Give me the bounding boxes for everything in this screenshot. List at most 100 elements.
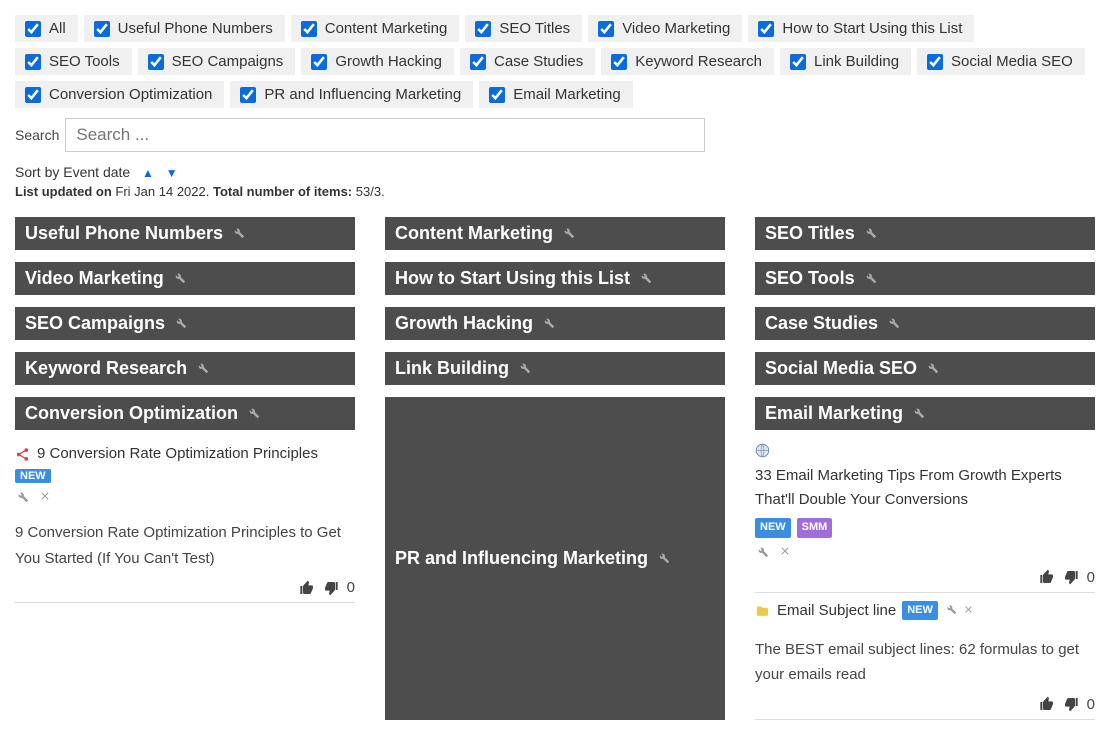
filter-chip-content-marketing[interactable]: Content Marketing	[291, 15, 460, 42]
wrench-icon[interactable]	[517, 360, 531, 377]
filter-label: Content Marketing	[325, 20, 448, 37]
category-keyword-research[interactable]: Keyword Research	[15, 352, 355, 385]
wrench-icon[interactable]	[561, 225, 575, 242]
category-title: Growth Hacking	[395, 313, 533, 334]
sort-asc-icon[interactable]: ▲	[138, 166, 158, 180]
wrench-icon[interactable]	[863, 225, 877, 242]
category-title: SEO Tools	[765, 268, 855, 289]
category-social-media-seo[interactable]: Social Media SEO	[755, 352, 1095, 385]
category-growth-hacking[interactable]: Growth Hacking	[385, 307, 725, 340]
category-pr-influencing[interactable]: PR and Influencing Marketing	[385, 397, 725, 720]
filter-chip-keyword-research[interactable]: Keyword Research	[601, 48, 774, 75]
sort-desc-icon[interactable]: ▼	[162, 166, 182, 180]
filter-checkbox[interactable]	[489, 87, 505, 103]
filter-checkbox[interactable]	[301, 21, 317, 37]
filter-checkbox[interactable]	[148, 54, 164, 70]
category-link-building[interactable]: Link Building	[385, 352, 725, 385]
search-block: Search	[15, 118, 1090, 152]
wrench-icon[interactable]	[195, 360, 209, 377]
category-conversion-opt[interactable]: Conversion Optimization	[15, 397, 355, 430]
category-how-to-start[interactable]: How to Start Using this List	[385, 262, 725, 295]
filter-label: How to Start Using this List	[782, 20, 962, 37]
total-label: Total number of items:	[213, 184, 352, 199]
filter-chip-social-media-seo[interactable]: Social Media SEO	[917, 48, 1085, 75]
filter-chip-case-studies[interactable]: Case Studies	[460, 48, 595, 75]
filter-chip-seo-titles[interactable]: SEO Titles	[465, 15, 582, 42]
filter-checkbox[interactable]	[240, 87, 256, 103]
filter-chip-growth-hacking[interactable]: Growth Hacking	[301, 48, 454, 75]
category-seo-tools[interactable]: SEO Tools	[755, 262, 1095, 295]
filter-chip-email-marketing[interactable]: Email Marketing	[479, 81, 633, 108]
filter-checkbox[interactable]	[598, 21, 614, 37]
filter-checkbox[interactable]	[25, 21, 41, 37]
filter-label: SEO Titles	[499, 20, 570, 37]
close-icon[interactable]	[963, 599, 974, 623]
filter-checkbox[interactable]	[94, 21, 110, 37]
vote-count: 0	[1087, 696, 1095, 713]
category-title: Content Marketing	[395, 223, 553, 244]
filter-chip-conversion-opt[interactable]: Conversion Optimization	[15, 81, 224, 108]
category-useful-phone[interactable]: Useful Phone Numbers	[15, 217, 355, 250]
filter-checkbox[interactable]	[790, 54, 806, 70]
thumbs-down-icon[interactable]	[1063, 696, 1079, 712]
filter-checkbox[interactable]	[25, 87, 41, 103]
category-title: SEO Titles	[765, 223, 855, 244]
filter-label: Useful Phone Numbers	[118, 20, 273, 37]
thumbs-up-icon[interactable]	[299, 580, 315, 596]
wrench-icon[interactable]	[15, 489, 29, 506]
category-email-marketing[interactable]: Email Marketing	[755, 397, 1095, 430]
wrench-icon[interactable]	[886, 315, 900, 332]
thumbs-down-icon[interactable]	[1063, 569, 1079, 585]
badge-new: NEW	[755, 518, 791, 538]
filter-chip-pr-influencing[interactable]: PR and Influencing Marketing	[230, 81, 473, 108]
filter-checkbox[interactable]	[25, 54, 41, 70]
filter-chip-seo-campaigns[interactable]: SEO Campaigns	[138, 48, 296, 75]
close-icon[interactable]	[779, 544, 791, 561]
filter-chip-how-to-start[interactable]: How to Start Using this List	[748, 15, 974, 42]
filter-label: SEO Tools	[49, 53, 120, 70]
wrench-icon[interactable]	[172, 270, 186, 287]
wrench-icon[interactable]	[925, 360, 939, 377]
close-icon[interactable]	[39, 489, 51, 506]
search-input[interactable]	[65, 118, 705, 152]
wrench-icon[interactable]	[656, 550, 670, 567]
filter-checkbox[interactable]	[311, 54, 327, 70]
thumbs-up-icon[interactable]	[1039, 696, 1055, 712]
wrench-icon[interactable]	[755, 544, 769, 561]
wrench-icon[interactable]	[246, 405, 260, 422]
filter-checkbox[interactable]	[611, 54, 627, 70]
filter-chip-link-building[interactable]: Link Building	[780, 48, 911, 75]
category-grid: Useful Phone Numbers Content Marketing S…	[15, 217, 1090, 720]
item-title[interactable]: 33 Email Marketing Tips From Growth Expe…	[755, 464, 1095, 512]
filter-checkbox[interactable]	[470, 54, 486, 70]
filter-chip-video-marketing[interactable]: Video Marketing	[588, 15, 742, 42]
category-seo-titles[interactable]: SEO Titles	[755, 217, 1095, 250]
thumbs-down-icon[interactable]	[323, 580, 339, 596]
sort-field: Event date	[63, 164, 130, 180]
wrench-icon[interactable]	[638, 270, 652, 287]
wrench-icon[interactable]	[541, 315, 555, 332]
wrench-icon[interactable]	[911, 405, 925, 422]
filter-chip-all[interactable]: All	[15, 15, 78, 42]
item-title[interactable]: 9 Conversion Rate Optimization Principle…	[37, 442, 318, 466]
item-desc: The BEST email subject lines: 62 formula…	[755, 637, 1095, 688]
category-seo-campaigns[interactable]: SEO Campaigns	[15, 307, 355, 340]
filter-checkbox[interactable]	[475, 21, 491, 37]
meta-line: List updated on Fri Jan 14 2022. Total n…	[15, 184, 1090, 199]
filter-chip-seo-tools[interactable]: SEO Tools	[15, 48, 132, 75]
wrench-icon[interactable]	[231, 225, 245, 242]
globe-icon	[755, 442, 771, 458]
wrench-icon[interactable]	[173, 315, 187, 332]
item-title[interactable]: Email Subject line	[777, 599, 896, 623]
category-content-marketing[interactable]: Content Marketing	[385, 217, 725, 250]
wrench-icon[interactable]	[863, 270, 877, 287]
filter-checkbox[interactable]	[758, 21, 774, 37]
category-video-marketing[interactable]: Video Marketing	[15, 262, 355, 295]
thumbs-up-icon[interactable]	[1039, 569, 1055, 585]
category-case-studies[interactable]: Case Studies	[755, 307, 1095, 340]
filter-label: Growth Hacking	[335, 53, 442, 70]
wrench-icon[interactable]	[944, 599, 957, 623]
filter-chip-useful-phone[interactable]: Useful Phone Numbers	[84, 15, 285, 42]
filter-checkbox[interactable]	[927, 54, 943, 70]
category-title: Video Marketing	[25, 268, 164, 289]
